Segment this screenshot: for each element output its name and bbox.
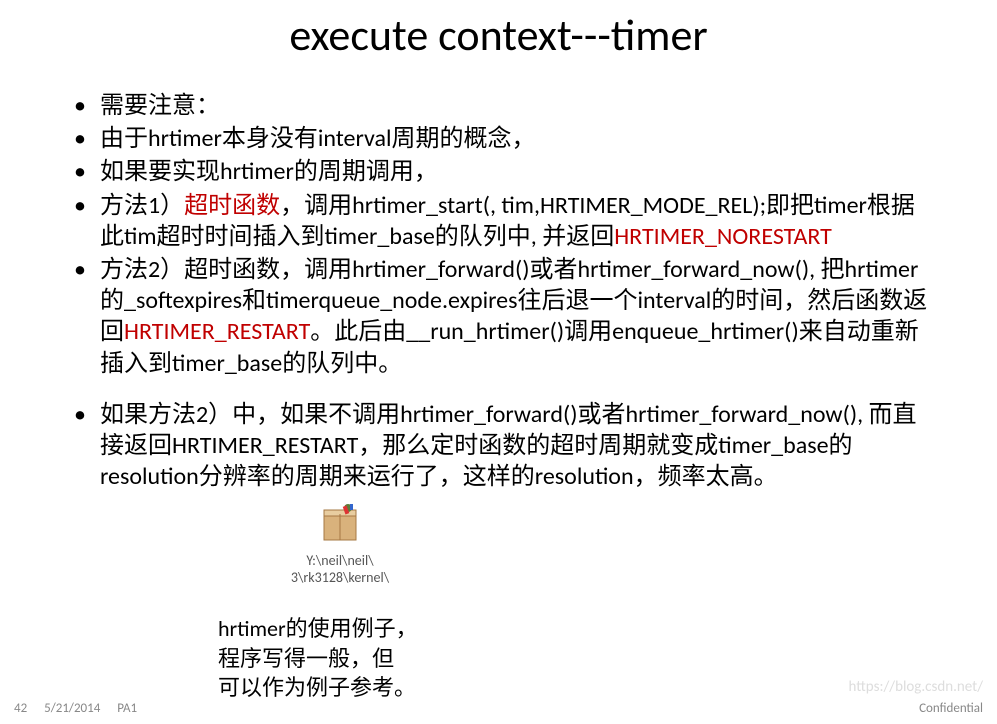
spacer bbox=[80, 381, 937, 399]
footer-right: Confidential bbox=[919, 701, 983, 716]
bullet-item: 方法2）超时函数，调用hrtimer_forward()或者hrtimer_fo… bbox=[80, 254, 937, 379]
notes-block: hrtimer的使用例子， 程序写得一般，但 可以作为例子参考。 bbox=[218, 614, 418, 703]
note-line: hrtimer的使用例子， bbox=[218, 614, 418, 644]
text-run-red: 超时函数 bbox=[184, 191, 280, 220]
content-area: 需要注意： 由于hrtimer本身没有interval周期的概念， 如果要实现h… bbox=[0, 70, 997, 492]
slide-number: 42 bbox=[14, 701, 27, 716]
embedded-file[interactable]: Y:\neil\neil\ 3\rk3128\kernel\ bbox=[270, 500, 410, 587]
bullet-item: 方法1）超时函数，调用hrtimer_start(, tim,HRTIMER_M… bbox=[80, 190, 937, 252]
slide-code: PA1 bbox=[117, 701, 137, 716]
caption-line: Y:\neil\neil\ bbox=[270, 553, 410, 570]
package-icon bbox=[318, 500, 362, 544]
file-caption: Y:\neil\neil\ 3\rk3128\kernel\ bbox=[270, 553, 410, 587]
slide: execute context---timer 需要注意： 由于hrtimer本… bbox=[0, 0, 997, 724]
text-run-red: HRTIMER_RESTART bbox=[124, 317, 310, 346]
note-line: 程序写得一般，但 bbox=[218, 644, 418, 674]
text-run: 方法1） bbox=[100, 191, 184, 220]
watermark: https://blog.csdn.net/ bbox=[849, 678, 983, 696]
footer-left: 42 5/21/2014 PA1 bbox=[14, 701, 151, 716]
slide-title: execute context---timer bbox=[0, 0, 997, 70]
note-line: 可以作为例子参考。 bbox=[218, 673, 418, 703]
bullet-item: 需要注意： bbox=[80, 90, 937, 121]
bullet-item: 由于hrtimer本身没有interval周期的概念， bbox=[80, 123, 937, 154]
bullet-item: 如果要实现hrtimer的周期调用， bbox=[80, 156, 937, 187]
bullet-item: 如果方法2）中，如果不调用hrtimer_forward()或者hrtimer_… bbox=[80, 399, 937, 493]
slide-date: 5/21/2014 bbox=[44, 701, 100, 716]
text-run-red: HRTIMER_NORESTART bbox=[614, 222, 832, 251]
caption-line: 3\rk3128\kernel\ bbox=[270, 570, 410, 587]
